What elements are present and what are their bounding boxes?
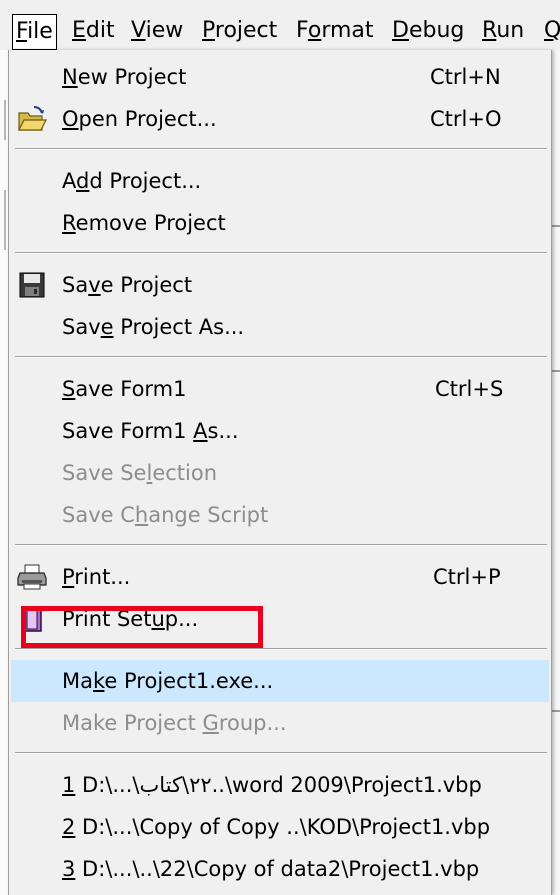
- recent-file-1[interactable]: 1 D:\...\٢٢\كتاب..\word 2009\Project1.vb…: [11, 764, 549, 806]
- menu-item-label: Save Form1: [62, 377, 187, 401]
- menu-item-print[interactable]: Print... Ctrl+P: [11, 556, 549, 598]
- shortcut-label: Ctrl+S: [435, 377, 504, 401]
- background-window-right: [552, 50, 560, 895]
- menu-separator: [15, 148, 547, 150]
- menu-project[interactable]: Project: [198, 14, 281, 48]
- menu-item-label: Save Project: [62, 273, 193, 297]
- menu-item-label: Open Project...: [62, 107, 217, 131]
- recent-file-3[interactable]: 3 D:\...\..\22\Copy of data2\Project1.vb…: [11, 848, 549, 890]
- menu-item-save-form[interactable]: Save Form1 Ctrl+S: [11, 368, 549, 410]
- menu-item-label: Save Project As...: [62, 315, 245, 339]
- menu-separator: [15, 648, 547, 650]
- menu-item-add-project[interactable]: Add Project...: [11, 160, 549, 202]
- menu-separator: [15, 544, 547, 546]
- menu-edit[interactable]: Edit: [68, 14, 119, 48]
- shortcut-label: Ctrl+O: [430, 107, 502, 131]
- menu-item-label: Make Project Group...: [62, 711, 287, 735]
- menu-item-label: Add Project...: [62, 169, 202, 193]
- menu-file[interactable]: File: [12, 14, 57, 50]
- menu-item-label: Save Form1 As...: [62, 419, 239, 443]
- menu-debug[interactable]: Debug: [388, 14, 468, 48]
- menu-bar: File Edit View Project Format Debug Run …: [0, 0, 560, 50]
- menu-item-save-change-script[interactable]: Save Change Script: [11, 494, 549, 536]
- shortcut-label: Ctrl+N: [430, 65, 501, 89]
- shortcut-label: Ctrl+P: [433, 565, 501, 589]
- menu-separator: [15, 752, 547, 754]
- floppy-disk-icon: [17, 271, 47, 299]
- menu-item-save-project-as[interactable]: Save Project As...: [11, 306, 549, 348]
- menu-item-new-project[interactable]: New Project Ctrl+N: [11, 56, 549, 98]
- menu-run[interactable]: Run: [478, 14, 528, 48]
- menu-item-save-form-as[interactable]: Save Form1 As...: [11, 410, 549, 452]
- menu-format[interactable]: Format: [292, 14, 378, 48]
- menu-item-open-project[interactable]: Open Project... Ctrl+O: [11, 98, 549, 140]
- recent-file-label: 2 D:\...\Copy of Copy ..\KOD\Project1.vb…: [62, 815, 491, 839]
- printer-icon: [17, 563, 47, 591]
- menu-item-make-project-group[interactable]: Make Project Group...: [11, 702, 549, 744]
- menu-item-label: Save Selection: [62, 461, 218, 485]
- open-folder-icon: [17, 105, 47, 133]
- menu-item-label: Save Change Script: [62, 503, 269, 527]
- menu-item-label: Make Project1.exe...: [62, 669, 274, 693]
- menu-item-save-project[interactable]: Save Project: [11, 264, 549, 306]
- menu-item-remove-project[interactable]: Remove Project: [11, 202, 549, 244]
- recent-file-label: 1 D:\...\٢٢\كتاب..\word 2009\Project1.vb…: [62, 773, 482, 797]
- menu-item-save-selection[interactable]: Save Selection: [11, 452, 549, 494]
- highlight-annotation-box: [21, 606, 263, 648]
- menu-item-label: Remove Project: [62, 211, 226, 235]
- menu-item-label: Print...: [62, 565, 131, 589]
- menu-query[interactable]: Q: [540, 14, 560, 48]
- menu-separator: [15, 356, 547, 358]
- recent-file-label: 3 D:\...\..\22\Copy of data2\Project1.vb…: [62, 857, 480, 881]
- recent-file-2[interactable]: 2 D:\...\Copy of Copy ..\KOD\Project1.vb…: [11, 806, 549, 848]
- menu-view[interactable]: View: [127, 14, 187, 48]
- menu-separator: [15, 252, 547, 254]
- menu-item-label: New Project: [62, 65, 187, 89]
- file-menu-dropdown: New Project Ctrl+N Open Project... Ctrl+…: [8, 50, 552, 895]
- menu-item-make-exe[interactable]: Make Project1.exe...: [11, 660, 549, 702]
